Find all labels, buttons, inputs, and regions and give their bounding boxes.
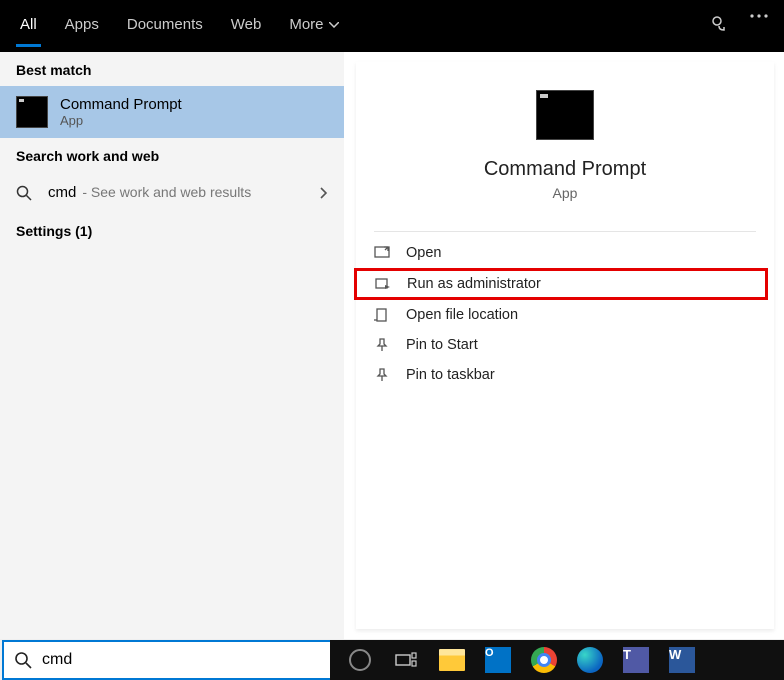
result-title: Command Prompt [60,96,182,113]
file-location-label: Open file location [406,307,518,323]
web-section-header: Search work and web [0,138,344,172]
best-match-header: Best match [0,52,344,86]
tab-more-label: More [289,16,323,33]
chevron-right-icon [320,187,328,199]
file-explorer-icon[interactable] [436,644,468,676]
pin-to-taskbar-action[interactable]: Pin to taskbar [356,360,774,390]
folder-icon [374,308,392,322]
tab-web[interactable]: Web [217,0,276,47]
preview-title: Command Prompt [376,158,754,181]
tab-more[interactable]: More [275,0,352,47]
search-input[interactable] [42,651,322,669]
web-search-row[interactable]: cmd - See work and web results [0,172,344,213]
pin-taskbar-label: Pin to taskbar [406,367,495,383]
search-icon [16,185,36,201]
preview-header: Command Prompt App [356,62,774,217]
task-view-icon[interactable] [390,644,422,676]
open-label: Open [406,245,441,261]
feedback-icon[interactable] [700,0,740,48]
search-tabs-bar: All Apps Documents Web More [0,0,784,52]
pin-start-icon [374,338,392,352]
open-action[interactable]: Open [356,238,774,268]
web-row-text: cmd - See work and web results [48,184,308,201]
tab-apps[interactable]: Apps [51,0,113,47]
results-pane: Best match Command Prompt App Search wor… [0,52,344,639]
open-icon [374,246,392,260]
search-input-box[interactable] [2,640,334,680]
divider [374,231,756,232]
admin-label: Run as administrator [407,276,541,292]
pin-to-start-action[interactable]: Pin to Start [356,330,774,360]
settings-section-header: Settings (1) [0,213,344,247]
search-main-area: Best match Command Prompt App Search wor… [0,52,784,639]
chevron-down-icon [329,22,339,28]
outlook-icon[interactable]: O [482,644,514,676]
search-icon [14,651,32,669]
run-as-admin-action[interactable]: Run as administrator [354,268,768,300]
web-query: cmd [48,184,76,201]
cortana-icon[interactable] [344,644,376,676]
teams-icon[interactable]: T [620,644,652,676]
taskbar: O T W [330,640,784,680]
command-prompt-icon [16,96,48,128]
pin-start-label: Pin to Start [406,337,478,353]
result-subtitle: App [60,113,182,128]
windows-search-panel: All Apps Documents Web More Best match C… [0,0,784,639]
chrome-icon[interactable] [528,644,560,676]
admin-icon [375,277,393,291]
best-match-result[interactable]: Command Prompt App [0,86,344,138]
command-prompt-preview-icon [536,90,594,140]
preview-subtitle: App [376,185,754,201]
edge-icon[interactable] [574,644,606,676]
pin-taskbar-icon [374,368,392,382]
result-text: Command Prompt App [60,96,182,128]
web-hint: - See work and web results [82,184,251,200]
word-icon[interactable]: W [666,644,698,676]
preview-pane: Command Prompt App Open Run as administr… [356,62,774,629]
tab-documents[interactable]: Documents [113,0,217,47]
open-file-location-action[interactable]: Open file location [356,300,774,330]
more-options-icon[interactable] [740,0,778,32]
tab-all[interactable]: All [6,0,51,47]
